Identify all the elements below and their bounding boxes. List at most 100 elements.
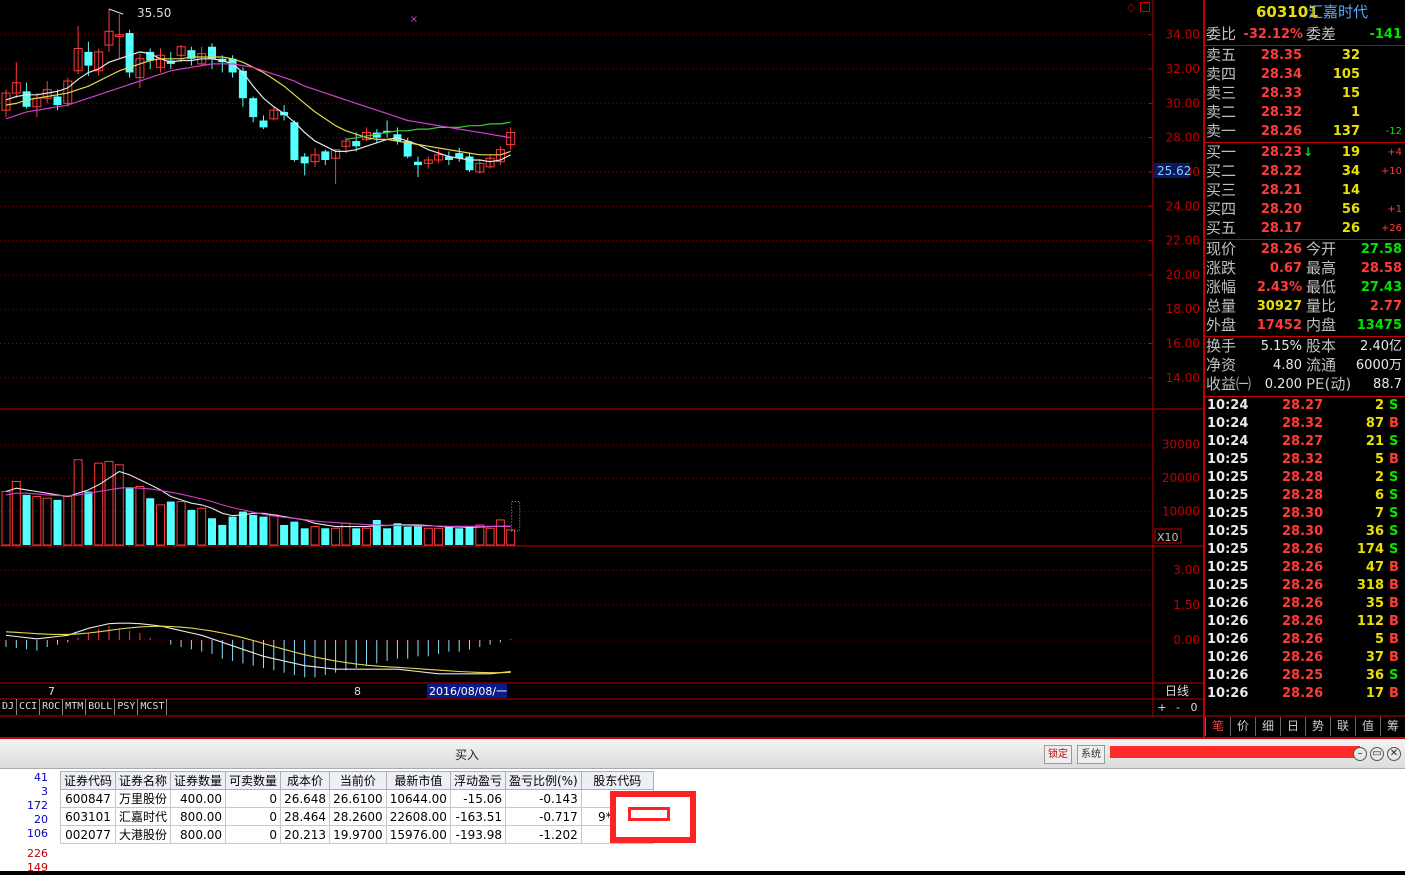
quote-label: 涨幅 [1206,278,1237,296]
table-cell: 600847 [59,789,117,808]
restore-icon[interactable]: ▭ [1370,747,1384,761]
right-tab[interactable]: 联 [1330,717,1355,736]
right-tab[interactable]: 势 [1305,717,1330,736]
quote-value-2: 2.77 [1369,299,1402,314]
table-row[interactable]: 603101 汇嘉时代 800.00 0 28.464 28.2600 22608.00 -1… [59,807,654,826]
ask-price[interactable]: 28.35 [1255,46,1302,65]
indicator-tab[interactable]: MCST [138,699,168,715]
table-header-cell[interactable]: 当前价 [329,771,387,790]
bid-change: +4 [1387,147,1402,158]
ask-volume: 15 [1341,86,1360,101]
tick-volume: 5 [1374,452,1384,467]
indicator-tab[interactable]: MTM [63,699,87,715]
macd-dea-line [5,625,511,674]
indicator-tab[interactable]: DJ [0,699,18,715]
table-header-cell[interactable]: 成本价 [280,771,331,790]
bid-price[interactable]: 28.23 [1255,143,1302,162]
bid-price[interactable]: 28.20 [1255,200,1302,219]
tick-price: 28.26 [1282,560,1324,575]
volume-bar-down [393,523,402,545]
right-tab[interactable]: 日 [1280,717,1305,736]
ask-price[interactable]: 28.26 [1255,122,1302,141]
tick-volume: 112 [1356,614,1384,629]
top-square-icon[interactable] [1140,2,1150,12]
bid-level-label: 买一 [1206,143,1237,161]
volume-bar-down [259,516,268,545]
table-header-cell[interactable]: 证券名称 [115,771,172,790]
minimize-icon[interactable]: – [1353,747,1367,761]
fund-value-2: 88.7 [1373,377,1402,392]
indicator-tab[interactable]: CCI [17,699,41,715]
volume-bar-up [506,529,516,546]
tick-price: 28.30 [1282,524,1324,539]
table-header-cell[interactable]: 证券代码 [59,771,117,790]
right-tab[interactable]: 笔 [1205,717,1230,736]
quote-label: 现价 [1206,240,1237,258]
zoom-out-button[interactable]: - [1176,701,1180,714]
tick-side: S [1389,434,1399,449]
right-tab[interactable]: 价 [1230,717,1255,736]
right-tab[interactable]: 筹 [1380,717,1405,736]
candle-body-down [259,120,268,128]
table-header-cell[interactable]: 浮动盈亏 [449,771,506,790]
tick-side: B [1389,578,1399,593]
volume-bar-up [1,491,11,546]
fund-value: 4.80 [1273,358,1302,373]
price-tick-label: 20.00 [1166,268,1200,282]
left-number: 226 [27,847,48,860]
volume-bar-up [63,496,73,546]
tick-volume: 174 [1356,542,1384,557]
candle-body-down [465,156,474,171]
bid-price[interactable]: 28.21 [1255,181,1302,200]
tick-side: B [1389,650,1399,665]
table-cell: 800.00 [170,825,227,844]
weicha-value: -141 [1369,27,1402,42]
bid-price[interactable]: 28.22 [1255,162,1302,181]
tick-volume: 35 [1365,596,1384,611]
zoom-in-button[interactable]: + [1157,701,1166,714]
right-tab[interactable]: 细 [1255,717,1280,736]
table-cell: 400.00 [170,789,227,808]
volume-bar-up [104,460,114,546]
table-header-cell[interactable]: 证券数量 [170,771,227,790]
table-header-cell[interactable]: 盈亏比例(%) [504,771,582,790]
indicator-tab[interactable]: PSY [115,699,139,715]
table-cell: 20.213 [280,825,331,844]
tick-time: 10:24 [1207,434,1249,449]
system-button[interactable]: 系统 [1077,745,1105,764]
bid-price[interactable]: 28.17 [1255,219,1302,238]
table-header-cell[interactable]: 最新市值 [385,771,451,790]
indicator-tab[interactable]: ROC [40,699,64,715]
table-row[interactable]: 002077 大港股份 800.00 0 20.213 19.9700 15976.00 -1… [59,825,654,844]
ask-price[interactable]: 28.32 [1255,103,1302,122]
indicator-tab[interactable]: BOLL [86,699,116,715]
table-cell: 28.464 [280,807,331,826]
volume-bar-up [73,459,83,546]
close-icon[interactable]: ✕ [1387,747,1401,761]
ask-volume: 105 [1332,67,1360,82]
quote-label-2: 最高 [1306,259,1337,277]
ask-level-label: 卖五 [1206,46,1237,64]
volume-bar-up [32,496,42,546]
table-header-cell[interactable]: 股东代码 [580,771,654,790]
tick-time: 10:24 [1207,398,1249,413]
bid-change: +10 [1380,166,1402,177]
table-cell: 28.2600 [329,807,387,826]
lock-button[interactable]: 锁定 [1044,745,1072,764]
ask-price[interactable]: 28.33 [1255,84,1302,103]
table-cell: -15.06 [449,789,506,808]
tick-volume: 47 [1365,560,1384,575]
volume-bar-down [383,528,392,545]
diamond-icon[interactable]: ◇ [1127,1,1135,14]
zoom-reset-button[interactable]: 0 [1191,701,1198,714]
quote-label: 外盘 [1206,316,1237,334]
table-header-cell[interactable]: 可卖数量 [225,771,282,790]
right-tab[interactable]: 值 [1355,717,1380,736]
ask-price[interactable]: 28.34 [1255,65,1302,84]
table-row[interactable]: 600847 万里股份 400.00 0 26.648 26.6100 10644.00 -1… [59,789,654,808]
macd-dif-line [5,622,511,675]
tick-time: 10:25 [1207,524,1249,539]
tick-side: B [1389,596,1399,611]
cursor-date-label: 2016/08/08/一 [429,685,507,698]
table-cell: -0.717 [504,807,582,826]
